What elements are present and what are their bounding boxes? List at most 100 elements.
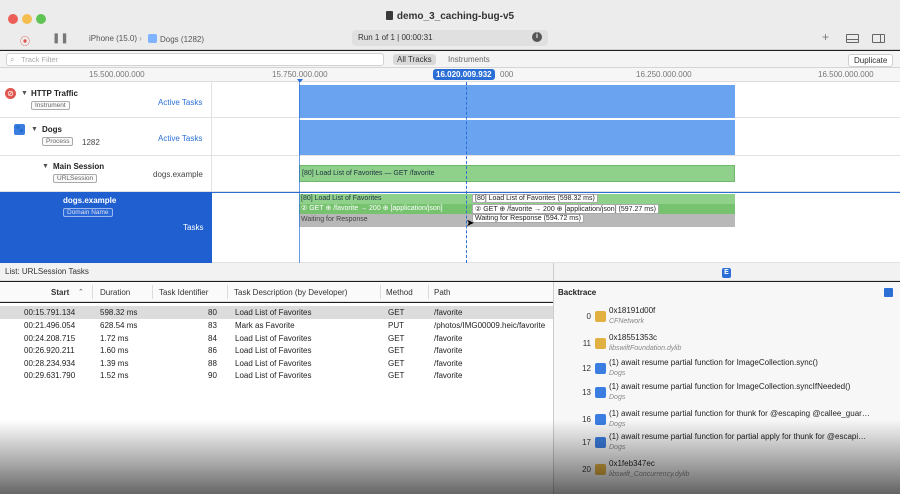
cell-method: GET [388, 346, 405, 356]
cell-method: GET [388, 308, 405, 317]
run-status: Run 1 of 1 | 00:00:31 i [352, 30, 548, 46]
frame-library: Dogs [609, 444, 626, 451]
extended-detail-icon[interactable]: E [722, 268, 731, 278]
chevron-down-icon[interactable]: ▼ [21, 90, 28, 97]
duplicate-button[interactable]: Duplicate [848, 54, 894, 67]
frame-library: CFNetwork [609, 318, 645, 325]
frame-number: 11 [582, 339, 591, 348]
list-title[interactable]: List: URLSession Tasks [5, 267, 89, 276]
column-header-task-description[interactable]: Task Description (by Developer) [234, 288, 347, 297]
active-tasks-label[interactable]: Active Tasks [158, 134, 202, 143]
title-bar: demo_3_caching-bug-v5 ⦿ ❚❚ iPhone (15.0)… [0, 0, 900, 50]
cell-duration: 1.72 ms [100, 333, 129, 343]
device-selector[interactable]: iPhone (15.0) › [89, 34, 142, 43]
pause-button[interactable]: ❚❚ [52, 33, 69, 44]
cell-method: GET [388, 333, 405, 343]
track-http-traffic[interactable]: ⊘ ▼ HTTP Traffic Instrument Active Tasks [0, 82, 212, 118]
column-divider[interactable] [428, 285, 429, 299]
all-tracks-tab[interactable]: All Tracks [393, 54, 436, 65]
track-dogs-timeline[interactable] [212, 118, 900, 156]
layout-bottom-icon[interactable] [846, 34, 859, 43]
frame-function: 0x1feb347ec [609, 459, 655, 468]
track-main-session[interactable]: ▼ Main Session URLSession dogs.example [0, 156, 212, 192]
task-tooltip: [80] Load List of Favorites (598.32 ms) [472, 194, 598, 203]
table-row[interactable]: 00:15.791.134 598.32 ms 80 Load List of … [0, 306, 553, 319]
track-dogs-example-timeline[interactable]: [80] Load List of Favorites ② GET ⊕ /fav… [212, 192, 900, 263]
cell-duration: 598.32 ms [100, 308, 138, 317]
frame-library: Dogs [609, 370, 626, 377]
list-header[interactable]: List: URLSession Tasks [0, 263, 553, 281]
cell-start: 00:24.208.715 [24, 333, 76, 343]
library-icon [595, 338, 606, 349]
frame-function: (1) await resume partial function for Im… [609, 382, 851, 391]
cell-task-id: 83 [208, 321, 217, 330]
table-row[interactable]: 00:29.631.790 1.52 ms 90 Load List of Fa… [0, 369, 553, 382]
cell-path: /photos/IMG00009.heic/favorite [434, 321, 546, 330]
track-name: HTTP Traffic [31, 89, 78, 98]
instruments-tab[interactable]: Instruments [448, 55, 490, 64]
cell-start: 00:28.234.934 [24, 358, 76, 368]
layout-right-icon[interactable] [872, 34, 885, 43]
track-dogs[interactable]: 🐾 ▼ Dogs Process 1282 Active Tasks [0, 118, 212, 156]
chevron-right-icon: › [139, 34, 142, 43]
table-row[interactable]: 00:21.496.054 628.54 ms 83 Mark as Favor… [0, 319, 553, 332]
column-divider[interactable] [152, 285, 153, 299]
cell-description: Load List of Favorites [235, 346, 312, 356]
column-divider[interactable] [380, 285, 381, 299]
table-row[interactable]: 00:28.234.934 1.39 ms 88 Load List of Fa… [0, 357, 553, 370]
column-divider[interactable] [92, 285, 93, 299]
backtrace-title: Backtrace [558, 288, 597, 297]
mouse-cursor-icon: ➤ [466, 218, 475, 229]
main-session-task-bar[interactable]: [80] Load List of Favorites — GET /favor… [299, 165, 735, 182]
track-dogs-example[interactable]: dogs.example Domain Name Tasks [0, 192, 212, 263]
cell-duration: 1.52 ms [100, 371, 129, 381]
cell-description: Load List of Favorites [235, 358, 312, 368]
frame-function: (1) await resume partial function for th… [609, 409, 870, 418]
table-row[interactable]: 00:26.920.211 1.60 ms 86 Load List of Fa… [0, 344, 553, 357]
column-header-start[interactable]: Start [51, 288, 69, 297]
cursor-line [466, 82, 467, 263]
column-header-path[interactable]: Path [434, 288, 450, 297]
column-header-method[interactable]: Method [386, 288, 413, 297]
cell-task-id: 86 [208, 346, 217, 356]
column-header-task-identifier[interactable]: Task Identifier [159, 288, 208, 297]
active-tasks-bar[interactable] [299, 85, 735, 118]
track-filter-input[interactable]: ⌕ Track Filter [6, 53, 384, 66]
table-row[interactable]: 00:24.208.715 1.72 ms 84 Load List of Fa… [0, 332, 553, 345]
cell-duration: 1.39 ms [100, 358, 129, 368]
track-main-session-timeline[interactable]: [80] Load List of Favorites — GET /favor… [212, 156, 900, 192]
track-name: Main Session [53, 162, 105, 171]
target-label: Dogs (1282) [160, 35, 205, 44]
cell-start: 00:21.496.054 [24, 321, 76, 330]
cell-path: /favorite [434, 346, 463, 356]
cell-start: 00:15.791.134 [24, 308, 76, 317]
track-http-traffic-timeline[interactable] [212, 82, 900, 118]
track-tag: Process [42, 137, 74, 146]
cell-path: /favorite [434, 358, 463, 368]
cell-method: PUT [388, 321, 404, 330]
library-icon [595, 311, 606, 322]
track-filter-placeholder: Track Filter [21, 55, 59, 64]
info-icon[interactable]: i [532, 32, 542, 42]
record-button[interactable]: ⦿ [20, 33, 30, 48]
track-tag: Instrument [31, 101, 70, 110]
active-tasks-bar[interactable] [299, 120, 735, 155]
chevron-down-icon[interactable]: ▼ [31, 126, 38, 133]
cell-task-id: 90 [208, 371, 217, 381]
task-table: 00:15.791.134 598.32 ms 80 Load List of … [0, 303, 553, 494]
cell-duration: 628.54 ms [100, 321, 138, 330]
active-tasks-label[interactable]: Active Tasks [158, 98, 202, 107]
run-info-text: Run 1 of 1 | 00:00:31 [358, 33, 433, 42]
frame-number: 17 [582, 438, 591, 447]
backtrace-options-icon[interactable] [884, 288, 893, 297]
cell-description: Load List of Favorites [235, 333, 312, 343]
target-selector[interactable]: Dogs (1282) [148, 34, 204, 44]
frame-library: libswiftFoundation.dylib [609, 345, 682, 352]
chevron-down-icon[interactable]: ▼ [42, 163, 49, 170]
column-header-duration[interactable]: Duration [100, 288, 130, 297]
frame-library: Dogs [609, 421, 626, 428]
add-instrument-button[interactable]: + [822, 30, 829, 44]
cell-start: 00:26.920.211 [24, 346, 75, 356]
frame-function: (1) await resume partial function for pa… [609, 432, 867, 441]
column-divider[interactable] [227, 285, 228, 299]
